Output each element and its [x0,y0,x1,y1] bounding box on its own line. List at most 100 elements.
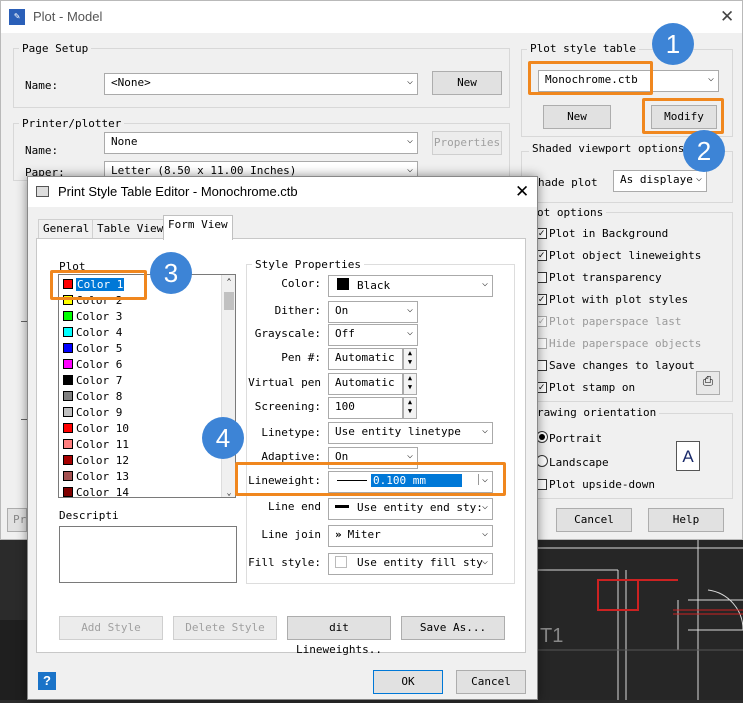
ok-button[interactable]: OK [373,670,443,694]
tab-general[interactable]: General [38,219,95,239]
scroll-up-icon[interactable]: ⌃ [222,275,235,289]
screening-value: 100 [335,400,355,413]
color-swatch [63,311,73,321]
line-end-label: Line end [268,500,321,513]
screening-input[interactable]: 100 [328,397,403,419]
plot-option-label: Plot transparency [549,271,662,284]
plot-cancel-button[interactable]: Cancel [556,508,632,532]
plot-style-item[interactable]: Color 8 [63,390,122,406]
line-end-icon [335,505,349,508]
scroll-down-icon[interactable]: ⌄ [222,488,235,497]
plot-option-label: Plot in Background [549,227,669,240]
chevron-down-icon: ⌵ [406,327,413,338]
description-label: Descripti [59,509,119,522]
app-icon: ✎ [9,9,25,25]
scroll-thumb[interactable] [224,292,234,310]
save-as-button[interactable]: Save As... [401,616,505,640]
plot-style-label: Color 5 [76,342,123,355]
plot-style-item[interactable]: Color 13 [63,470,129,486]
plot-style-label: Color 8 [76,390,123,403]
linetype-select[interactable]: Use entity linetype ⌵ [328,422,493,444]
plot-style-item[interactable]: Color 11 [63,438,129,454]
color-swatch [63,407,73,417]
highlight-plot-style-select [528,61,653,95]
plot-option-label: Plot stamp on [549,381,636,394]
screening-spinner[interactable]: ▲ ▼ [403,397,417,419]
plot-style-item[interactable]: Color 3 [63,310,122,326]
virtual-pen-input[interactable]: Automatic [328,373,403,395]
fill-style-select[interactable]: Use entity fill sty ⌵ [328,553,493,575]
printer-name-select[interactable]: None ⌵ [104,132,418,154]
plot-style-item[interactable]: Color 6 [63,358,122,374]
orientation-letter: A [682,447,694,466]
color-value: Black [357,279,391,292]
plot-style-item[interactable]: Color 14 [63,486,129,497]
virtual-pen-spinner[interactable]: ▲ ▼ [403,373,417,395]
line-join-label: Line join [261,528,321,541]
plot-style-item[interactable]: Color 4 [63,326,122,342]
print-style-editor-dialog: Print Style Table Editor - Monochrome.ct… [27,176,538,700]
radio-dot [539,434,545,440]
color-select[interactable]: Black ⌵ [328,275,493,297]
highlight-color1 [50,270,147,300]
cancel-button[interactable]: Cancel [456,670,526,694]
grayscale-select[interactable]: Off ⌵ [328,324,418,346]
plot-style-item[interactable]: Color 12 [63,454,129,470]
dither-select[interactable]: On ⌵ [328,301,418,323]
color-swatch [63,423,73,433]
plot-style-label: Color 6 [76,358,123,371]
delete-style-button[interactable]: Delete Style [173,616,277,640]
style-properties-label: Style Properties [252,258,364,271]
editor-app-icon [36,186,49,197]
properties-button[interactable]: Properties [432,131,502,155]
plot-stamp-settings-icon[interactable]: ⎙ [696,371,720,395]
plot-style-item[interactable]: Color 9 [63,406,122,422]
drawing-linework: T1 [538,540,743,700]
close-icon[interactable]: ✕ [515,182,529,202]
editor-titlebar: Print Style Table Editor - Monochrome.ct… [28,177,537,207]
list-scrollbar[interactable]: ⌃ ⌄ [221,275,235,497]
color-swatch [63,455,73,465]
add-style-button[interactable]: Add Style [59,616,163,640]
virtual-pen-label: Virtual pen [248,376,321,389]
plot-style-label: Color 10 [76,422,129,435]
plot-option-label: Plot paperspace last [549,315,682,328]
color-swatch [63,391,73,401]
chevron-down-icon: ⌵ [707,73,714,84]
plot-style-label: Color 7 [76,374,123,387]
plot-style-item[interactable]: Color 10 [63,422,129,438]
color-swatch [63,327,73,337]
tab-table-view[interactable]: Table View [92,219,169,239]
description-field[interactable] [59,526,237,583]
pen-input[interactable]: Automatic [328,348,403,370]
tab-form-view[interactable]: Form View [163,215,233,240]
plot-dialog-title: Plot - Model [33,9,103,24]
plot-style-item[interactable]: Color 7 [63,374,122,390]
pen-spinner[interactable]: ▲ ▼ [403,348,417,370]
linetype-label: Linetype: [261,426,321,439]
line-end-select[interactable]: Use entity end sty: ⌵ [328,498,493,520]
plot-style-new-button[interactable]: New [543,105,611,129]
page-setup-name-label: Name: [25,79,59,92]
plot-style-label: Color 12 [76,454,129,467]
plot-help-button[interactable]: Help [648,508,724,532]
plot-style-label: Color 11 [76,438,129,451]
chevron-down-icon: ⌵ [481,501,488,512]
line-join-value: Miter [347,528,381,541]
line-join-select[interactable]: » Miter ⌵ [328,525,493,547]
preview-button[interactable]: Pr [7,508,27,532]
plot-style-item[interactable]: Color 5 [63,342,122,358]
chevron-down-icon: ⌵ [481,556,488,567]
close-icon[interactable]: ✕ [720,7,734,27]
plot-styles-list[interactable]: Color 1 Color 2 Color 3 Color 4 Color 5 Color… [58,274,236,498]
color-swatch [63,471,73,481]
page-setup-name-select[interactable]: <None> ⌵ [104,73,418,95]
callout-badge-3: 3 [150,252,192,294]
plot-options-label: ot options [534,206,607,219]
help-icon[interactable]: ? [38,672,56,690]
orientation-label: rawing orientation [534,406,660,419]
page-setup-new-button[interactable]: New [432,71,502,95]
shade-plot-select[interactable]: As displaye ⌵ [613,170,707,192]
edit-lineweights-button[interactable]: dit Lineweights.. [287,616,391,656]
plot-titlebar: ✎ Plot - Model ✕ [1,1,742,33]
